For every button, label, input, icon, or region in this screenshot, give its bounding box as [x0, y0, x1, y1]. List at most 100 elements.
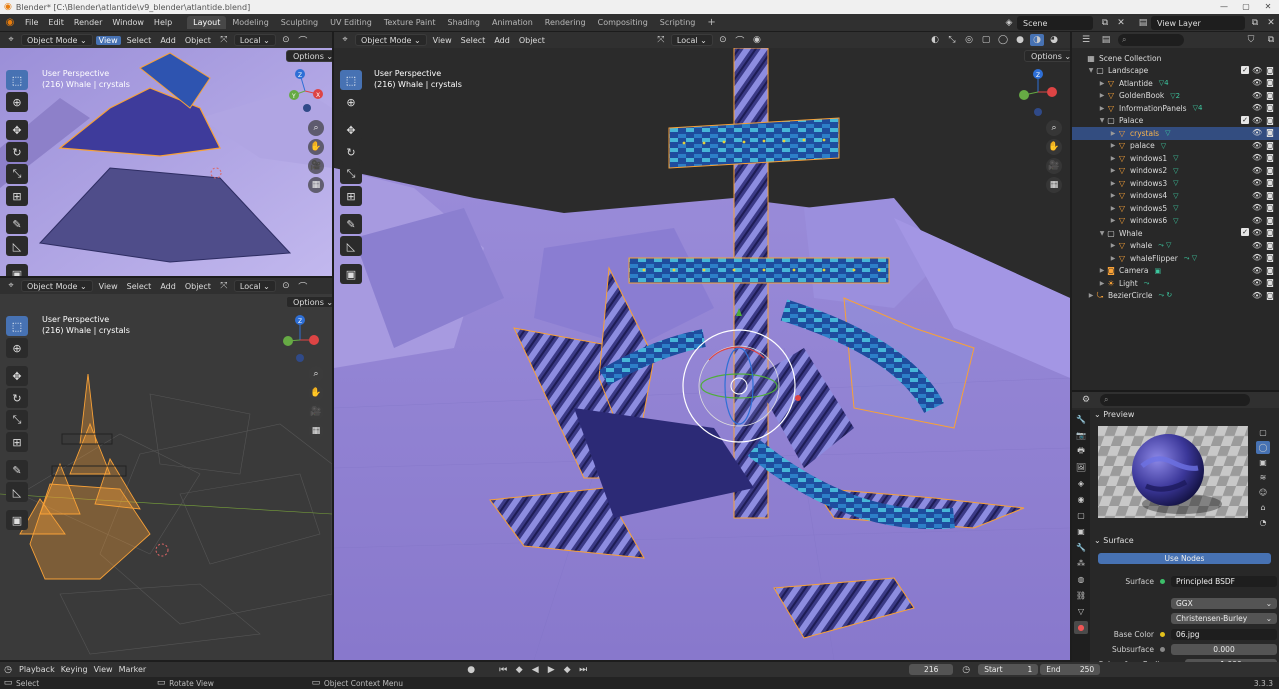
- ortho-grid-icon[interactable]: ▦: [308, 177, 324, 193]
- outliner-editor-icon[interactable]: ☰: [1079, 33, 1093, 47]
- render-camera-icon[interactable]: ◙: [1265, 153, 1275, 162]
- blender-menu-icon[interactable]: ◉: [0, 17, 20, 28]
- end-frame-field[interactable]: End 250: [1040, 664, 1101, 675]
- outliner-item[interactable]: ▶ ▽ Atlantide ▽4 👁 ◙: [1072, 77, 1279, 90]
- outliner-item[interactable]: ▶ ▽ windows1 ▽ 👁 ◙: [1072, 152, 1279, 165]
- select-tool[interactable]: ⬚: [6, 70, 28, 90]
- editor-type-icon[interactable]: ⌖: [4, 34, 18, 46]
- menu-help[interactable]: Help: [149, 18, 177, 27]
- zoom-icon[interactable]: ⌕: [308, 366, 324, 382]
- expand-right-icon[interactable]: ▶: [1109, 192, 1117, 199]
- display-mode-icon[interactable]: ▤: [1099, 33, 1113, 47]
- menu-view[interactable]: View: [95, 35, 121, 45]
- overlay-icon[interactable]: ◎: [962, 34, 976, 46]
- menu-add[interactable]: Add: [157, 282, 179, 291]
- expand-right-icon[interactable]: ▶: [1109, 130, 1117, 137]
- data-icons[interactable]: ⤳: [1144, 279, 1150, 288]
- eye-icon[interactable]: 👁: [1252, 278, 1262, 287]
- cursor-tool[interactable]: ⊕: [6, 92, 28, 112]
- expand-right-icon[interactable]: ▶: [1098, 80, 1106, 87]
- mode-dropdown[interactable]: Object Mode ⌄: [355, 34, 427, 46]
- options-dropdown[interactable]: Options ⌄: [286, 296, 332, 308]
- shading-material-icon[interactable]: ◑: [1030, 34, 1044, 46]
- menu-view[interactable]: View: [96, 282, 121, 291]
- transform-orientation-dropdown[interactable]: Local ⌄: [233, 34, 276, 46]
- menu-view-timeline[interactable]: View: [91, 665, 116, 674]
- new-scene-icon[interactable]: ⧉: [1098, 16, 1112, 30]
- remove-view-layer-icon[interactable]: ✕: [1264, 16, 1278, 30]
- preview-fluid-icon[interactable]: ◔: [1256, 516, 1270, 529]
- view-layer-selector[interactable]: View Layer: [1151, 16, 1245, 30]
- preview-panel-title[interactable]: ⌄ Preview: [1094, 410, 1134, 419]
- tab-layout[interactable]: Layout: [187, 16, 227, 29]
- eye-icon[interactable]: 👁: [1252, 228, 1262, 237]
- data-icons[interactable]: ⤳ ↻: [1159, 291, 1173, 300]
- pan-hand-icon[interactable]: ✋: [1046, 139, 1062, 155]
- socket-dot-icon[interactable]: [1160, 647, 1165, 652]
- outliner-item[interactable]: ▶ ⤿ BezierCircle ⤳ ↻ 👁 ◙: [1072, 290, 1279, 303]
- properties-search-input[interactable]: ⌕: [1100, 394, 1250, 406]
- menu-keying[interactable]: Keying: [58, 665, 91, 674]
- outliner-item[interactable]: ▶ ▽ crystals ▽ 👁 ◙: [1072, 127, 1279, 140]
- menu-select[interactable]: Select: [458, 36, 489, 45]
- tab-texture-paint[interactable]: Texture Paint: [378, 16, 442, 29]
- outliner-item[interactable]: ▼ ▢ Palace ✓ 👁 ◙: [1072, 115, 1279, 128]
- mode-dropdown[interactable]: Object Mode ⌄: [21, 34, 93, 46]
- material-tab-icon[interactable]: ●: [1074, 621, 1088, 634]
- outliner-item[interactable]: ▶ ▽ windows6 ▽ 👁 ◙: [1072, 215, 1279, 228]
- new-view-layer-icon[interactable]: ⧉: [1248, 16, 1262, 30]
- data-icons[interactable]: ⤳ ▽: [1158, 241, 1171, 250]
- transform-tool[interactable]: ⊞: [340, 186, 362, 206]
- expand-right-icon[interactable]: ▶: [1109, 155, 1117, 162]
- socket-dot-icon[interactable]: [1160, 632, 1165, 637]
- scene-tab-icon[interactable]: ◈: [1074, 477, 1088, 490]
- outliner-item[interactable]: ▶ ▽ windows3 ▽ 👁 ◙: [1072, 177, 1279, 190]
- menu-select[interactable]: Select: [124, 36, 155, 45]
- physics-tab-icon[interactable]: ◍: [1074, 573, 1088, 586]
- editor-type-icon[interactable]: ⌖: [4, 280, 18, 292]
- data-icons[interactable]: ▽: [1173, 154, 1178, 162]
- tab-uv-editing[interactable]: UV Editing: [324, 16, 378, 29]
- data-icons[interactable]: ▽: [1173, 192, 1178, 200]
- data-icons[interactable]: ▽: [1173, 179, 1178, 187]
- outliner-search-input[interactable]: ⌕: [1118, 34, 1184, 46]
- ortho-grid-icon[interactable]: ▦: [308, 423, 324, 439]
- tab-rendering[interactable]: Rendering: [539, 16, 592, 29]
- snap-icon[interactable]: ⌒: [296, 34, 310, 47]
- expand-down-icon[interactable]: ▼: [1098, 117, 1106, 124]
- add-cube-tool[interactable]: ▣: [6, 510, 28, 530]
- eye-icon[interactable]: 👁: [1252, 128, 1262, 137]
- scale-tool[interactable]: ⤡: [6, 410, 28, 430]
- filter-icon[interactable]: ⛉: [1244, 33, 1258, 47]
- scene-icon[interactable]: ◈: [1002, 16, 1016, 30]
- eye-icon[interactable]: 👁: [1252, 241, 1262, 250]
- outliner-item[interactable]: ▶ ☀ Light ⤳ 👁 ◙: [1072, 277, 1279, 290]
- property-dropdown[interactable]: Christensen-Burley ⌄: [1171, 613, 1277, 624]
- eye-icon[interactable]: 👁: [1252, 116, 1262, 125]
- surface-panel-title[interactable]: ⌄ Surface: [1094, 536, 1134, 545]
- camera-view-icon[interactable]: 🎥: [1046, 158, 1062, 174]
- camera-view-icon[interactable]: 🎥: [308, 404, 324, 420]
- render-camera-icon[interactable]: ◙: [1265, 241, 1275, 250]
- cursor-tool[interactable]: ⊕: [6, 338, 28, 358]
- render-camera-icon[interactable]: ◙: [1265, 266, 1275, 275]
- mode-dropdown[interactable]: Object Mode ⌄: [21, 280, 93, 292]
- outliner-root[interactable]: ▦ Scene Collection: [1072, 52, 1279, 65]
- outliner-item[interactable]: ▼ ▢ Landscape ✓ 👁 ◙: [1072, 65, 1279, 78]
- rotate-tool[interactable]: ↻: [6, 388, 28, 408]
- maximize-button[interactable]: ▢: [1235, 0, 1257, 14]
- menu-view[interactable]: View: [430, 36, 455, 45]
- add-cube-tool[interactable]: ▣: [6, 264, 28, 276]
- properties-editor-icon[interactable]: ⚙: [1079, 393, 1093, 407]
- constraints-tab-icon[interactable]: ⛓: [1074, 589, 1088, 602]
- snap-icon[interactable]: ⌒: [296, 280, 310, 293]
- cursor-tool[interactable]: ⊕: [340, 92, 362, 112]
- eye-icon[interactable]: 👁: [1252, 66, 1262, 75]
- expand-right-icon[interactable]: ▶: [1109, 167, 1117, 174]
- data-icons[interactable]: ⤳ ▽: [1184, 254, 1197, 263]
- expand-right-icon[interactable]: ▶: [1109, 205, 1117, 212]
- outliner-item[interactable]: ▶ ▽ whale ⤳ ▽ 👁 ◙: [1072, 240, 1279, 253]
- viewport-top-left[interactable]: ⬚ ⊕ ✥ ↻ ⤡ ⊞ ✎ ◺ ▣ User Perspective (216)…: [0, 48, 332, 276]
- render-camera-icon[interactable]: ◙: [1265, 191, 1275, 200]
- move-tool[interactable]: ✥: [6, 120, 28, 140]
